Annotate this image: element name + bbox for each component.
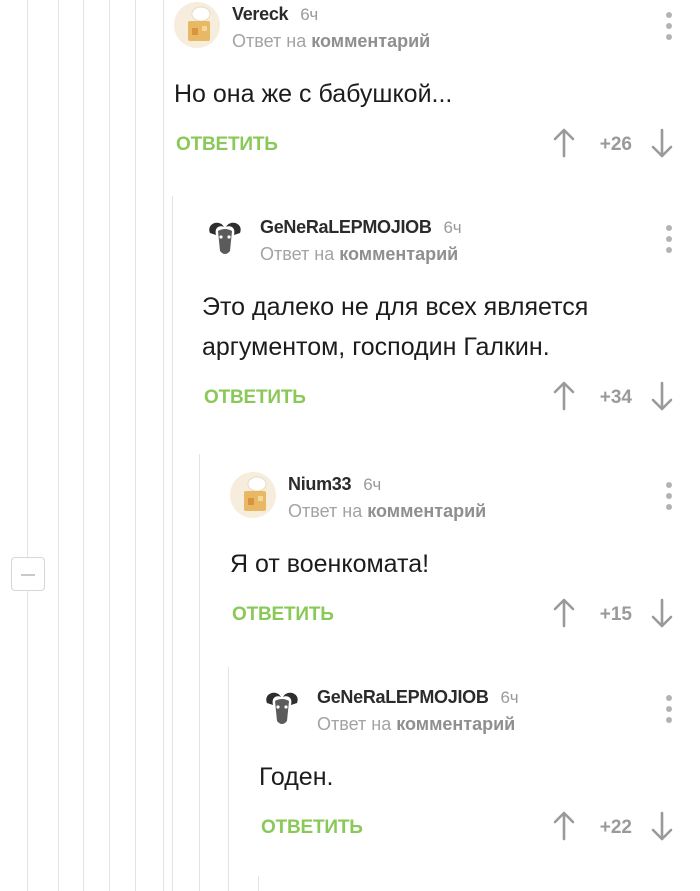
comment: GeNeRaLEPMOJIOB 6ч Ответ на комментарий Г… <box>259 683 700 849</box>
arrow-up-icon[interactable] <box>552 598 576 628</box>
comment: Vereck 6ч Ответ на комментарий Но она же … <box>174 0 700 166</box>
reply-to-label: Ответ на комментарий <box>317 714 516 734</box>
thread-line <box>83 0 84 891</box>
reply-button[interactable]: ОТВЕТИТЬ <box>176 134 278 156</box>
thread-line <box>58 0 59 891</box>
comment: GeNeRaLEPMOJIOB 6ч Ответ на комментарий Э… <box>202 213 700 419</box>
arrow-up-icon[interactable] <box>552 381 576 411</box>
chef-house-avatar[interactable] <box>230 472 276 518</box>
reply-to-label: Ответ на комментарий <box>288 501 487 521</box>
parent-comment-link[interactable]: комментарий <box>367 501 486 521</box>
arrow-down-icon[interactable] <box>650 128 674 158</box>
comment-author[interactable]: Nium33 6ч <box>288 474 381 495</box>
comment-author[interactable]: GeNeRaLEPMOJIOB 6ч <box>260 217 462 238</box>
comment: Nium33 6ч Ответ на комментарий Я от военк… <box>230 470 700 636</box>
more-vertical-icon[interactable] <box>662 223 676 255</box>
comment-score: +34 <box>599 387 632 408</box>
arrow-up-icon[interactable] <box>552 811 576 841</box>
arrow-down-icon[interactable] <box>650 598 674 628</box>
thread-line <box>199 454 200 891</box>
collapse-minus-icon[interactable] <box>11 557 45 591</box>
reply-to-label: Ответ на комментарий <box>260 244 459 264</box>
comment-author[interactable]: Vereck 6ч <box>232 4 318 25</box>
ram-head-avatar[interactable] <box>259 685 305 731</box>
comment-score: +15 <box>599 604 632 625</box>
thread-line <box>258 876 259 891</box>
comment-time: 6ч <box>443 218 462 237</box>
comment-time: 6ч <box>300 5 318 24</box>
thread-line <box>109 0 110 891</box>
ram-head-avatar[interactable] <box>202 215 248 261</box>
comment-time: 6ч <box>363 475 381 494</box>
parent-comment-link[interactable]: комментарий <box>396 714 515 734</box>
reply-button[interactable]: ОТВЕТИТЬ <box>261 817 363 839</box>
thread-line <box>172 196 173 891</box>
arrow-down-icon[interactable] <box>650 381 674 411</box>
comment-score: +22 <box>599 817 632 838</box>
thread-line <box>27 0 28 891</box>
more-vertical-icon[interactable] <box>662 480 676 512</box>
parent-comment-link[interactable]: комментарий <box>339 244 458 264</box>
parent-comment-link[interactable]: комментарий <box>311 31 430 51</box>
more-vertical-icon[interactable] <box>662 10 676 42</box>
chef-house-avatar[interactable] <box>174 2 220 48</box>
reply-button[interactable]: ОТВЕТИТЬ <box>204 387 306 409</box>
thread-line <box>135 0 136 891</box>
reply-to-label: Ответ на комментарий <box>232 31 431 51</box>
comment-text: Годен. <box>259 763 334 791</box>
more-vertical-icon[interactable] <box>662 693 676 725</box>
comment-score: +26 <box>599 134 632 155</box>
comment-text: Но она же с бабушкой... <box>174 80 453 108</box>
arrow-up-icon[interactable] <box>552 128 576 158</box>
comment-time: 6ч <box>500 688 519 707</box>
arrow-down-icon[interactable] <box>650 811 674 841</box>
comment-author[interactable]: GeNeRaLEPMOJIOB 6ч <box>317 687 519 708</box>
comment-text: Это далеко не для всех является аргумент… <box>202 293 589 361</box>
reply-button[interactable]: ОТВЕТИТЬ <box>232 604 334 626</box>
thread-line <box>228 667 229 891</box>
comment-text: Я от военкомата! <box>230 550 430 578</box>
thread-line <box>163 0 164 891</box>
